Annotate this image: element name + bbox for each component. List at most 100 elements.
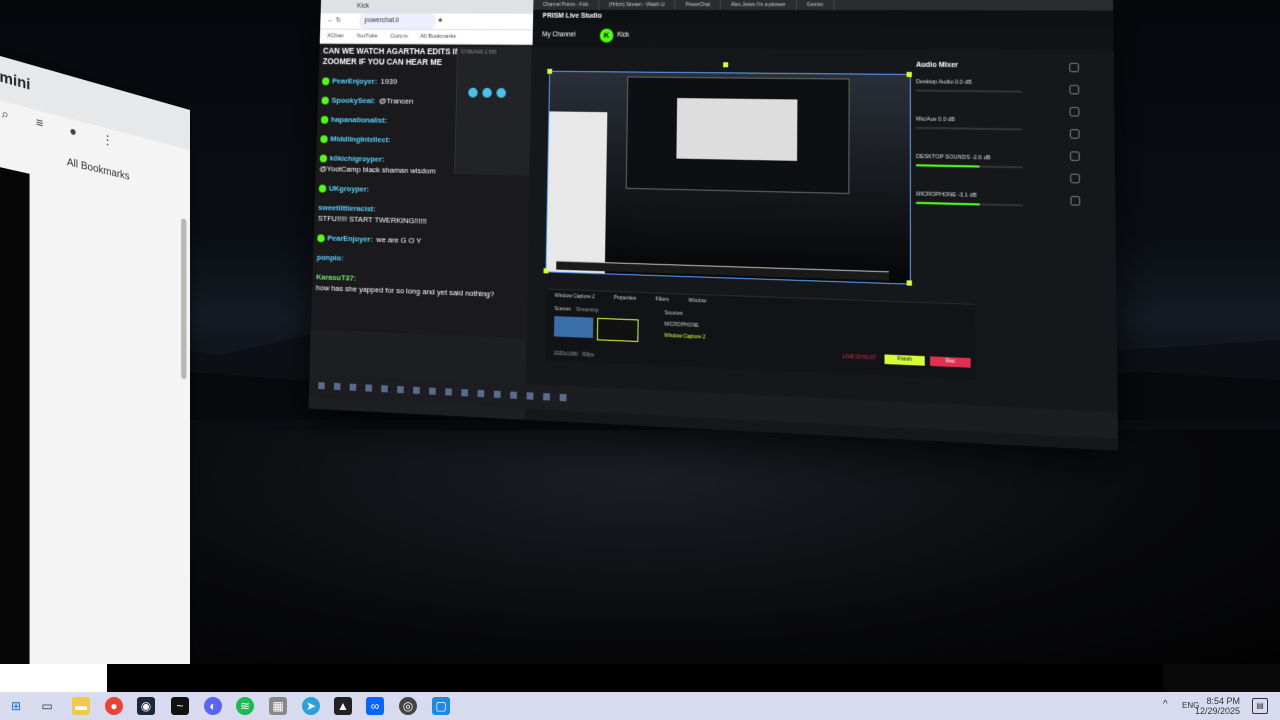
task-view-icon[interactable]: ▭ bbox=[38, 697, 56, 715]
resize-handle[interactable] bbox=[906, 280, 912, 286]
dock-tab-properties[interactable]: Properties bbox=[614, 295, 637, 302]
browser-tab[interactable]: Gemini bbox=[796, 0, 835, 11]
tab-search-icon[interactable]: ⌕ bbox=[2, 105, 9, 123]
scenes-mode[interactable]: Streaming bbox=[576, 307, 598, 314]
chat-username[interactable]: PearEnjoyer: bbox=[332, 77, 377, 86]
bookmark-item[interactable]: Cozy.tv bbox=[390, 34, 408, 40]
taskbar-app-icon[interactable] bbox=[349, 383, 357, 391]
channel-label[interactable]: My Channel bbox=[542, 31, 575, 38]
tool-icon[interactable] bbox=[1069, 84, 1080, 95]
scene-thumbnail-selected[interactable] bbox=[596, 317, 639, 343]
tool-icon[interactable] bbox=[1069, 62, 1079, 73]
taskbar-app-icon[interactable] bbox=[461, 389, 469, 397]
chat-browser-window[interactable]: Kick ← ↻ powerchat.li ★ XChan YouTube Co… bbox=[310, 0, 534, 339]
left-browser-tab-title[interactable]: mini bbox=[0, 67, 30, 93]
bookmark-item[interactable]: All Bookmarks bbox=[420, 34, 456, 40]
chat-username[interactable]: KarasuT37: bbox=[316, 272, 356, 282]
tool-icon[interactable] bbox=[1070, 173, 1081, 184]
profile-icon[interactable]: ● bbox=[69, 123, 76, 140]
file-explorer-icon[interactable]: ▬ bbox=[72, 697, 90, 715]
resize-handle[interactable] bbox=[906, 71, 912, 78]
chat-username[interactable]: PearEnjoyer: bbox=[327, 234, 373, 244]
url-field[interactable]: powerchat.li bbox=[358, 13, 436, 30]
resize-handle[interactable] bbox=[543, 268, 549, 274]
discord-icon[interactable]: ◐ bbox=[204, 697, 222, 715]
taskbar-app-icon[interactable] bbox=[333, 382, 341, 391]
obs-icon[interactable]: ◎ bbox=[399, 697, 417, 715]
chat-username[interactable]: hapanationalist: bbox=[331, 115, 387, 125]
chat-username[interactable]: MiddlingIntellect: bbox=[330, 134, 390, 144]
taskbar-app-icon[interactable] bbox=[510, 391, 518, 399]
taskbar-app-icon[interactable] bbox=[397, 385, 404, 394]
viewer-icon[interactable] bbox=[496, 88, 507, 98]
taskbar-app-icon[interactable] bbox=[543, 393, 550, 401]
volume-meter[interactable] bbox=[916, 201, 1023, 207]
scene-thumbnail[interactable] bbox=[553, 316, 594, 339]
left-browser-window[interactable]: mini ⌕ ≡ ● ⋮ All Bookmarks bbox=[0, 53, 191, 664]
more-icon[interactable]: ⋮ bbox=[102, 131, 114, 149]
volume-meter[interactable] bbox=[916, 89, 1022, 93]
terminal-icon[interactable]: ~ bbox=[171, 697, 189, 715]
dock-tab-window[interactable]: Window bbox=[688, 298, 706, 305]
volume-meter[interactable] bbox=[916, 164, 1023, 169]
viewer-icon[interactable] bbox=[482, 87, 492, 98]
browser-tab[interactable]: (Hrbzz) Stream - Watch Li bbox=[599, 0, 676, 10]
finish-live-button[interactable]: Finish bbox=[884, 354, 925, 366]
taskbar-app-icon[interactable] bbox=[526, 392, 534, 400]
chat-username[interactable]: UKgroyper: bbox=[329, 184, 370, 194]
taskbar-app-icon[interactable] bbox=[413, 386, 420, 395]
windows-start-icon[interactable]: ⊞ bbox=[7, 697, 25, 715]
tool-icon[interactable] bbox=[1069, 106, 1080, 117]
stream-preview[interactable] bbox=[545, 70, 911, 285]
source-item-selected[interactable]: Window Capture 2 bbox=[664, 331, 705, 344]
meta-icon[interactable]: ∞ bbox=[366, 697, 384, 715]
record-button[interactable]: Rec bbox=[930, 356, 971, 368]
resize-handle[interactable] bbox=[547, 68, 553, 74]
volume-meter[interactable] bbox=[916, 126, 1023, 131]
chat-browser-addressbar[interactable]: ← ↻ powerchat.li ★ bbox=[320, 13, 534, 31]
steam-icon[interactable]: ◉ bbox=[137, 697, 155, 715]
tool-icon[interactable] bbox=[1069, 129, 1080, 139]
browser-tab[interactable]: Alex Jones I'm a pioneer bbox=[720, 0, 797, 11]
mixer-channel[interactable]: Desktop Audio 0.0 dB bbox=[916, 79, 1054, 93]
left-browser-scrollbar[interactable] bbox=[181, 218, 187, 380]
dock-tab-filters[interactable]: Filters bbox=[655, 297, 669, 304]
prism-icon[interactable]: ▲ bbox=[334, 697, 352, 715]
taskbar-app-icon[interactable] bbox=[477, 389, 485, 398]
browser-tab[interactable]: Channel Points - Kick bbox=[533, 0, 600, 10]
menu-icon[interactable]: ≡ bbox=[36, 114, 43, 131]
chat-username[interactable]: sweetlittleracist: bbox=[318, 203, 376, 213]
viewer-icon[interactable] bbox=[468, 87, 478, 98]
spotify-icon[interactable]: ≋ bbox=[236, 697, 254, 715]
back-icon[interactable]: ← bbox=[328, 17, 335, 24]
clock[interactable]: 8:54 PM 12/29/2025 bbox=[1195, 696, 1240, 716]
telegram-icon[interactable]: ➤ bbox=[302, 697, 320, 715]
tool-icon[interactable] bbox=[1070, 195, 1081, 206]
taskbar-app-icon[interactable] bbox=[445, 388, 452, 396]
bookmark-item[interactable]: XChan bbox=[327, 33, 344, 39]
mixer-channel[interactable]: DESKTOP SOUNDS -2.6 dB bbox=[916, 154, 1055, 169]
taskbar-app-icon[interactable] bbox=[381, 385, 388, 393]
chrome-icon[interactable]: ● bbox=[105, 697, 123, 715]
chat-username[interactable]: ponpio: bbox=[317, 253, 344, 263]
star-icon[interactable]: ★ bbox=[437, 17, 443, 24]
tray-chevron-icon[interactable]: ^ bbox=[1163, 699, 1168, 710]
taskbar-app-icon[interactable] bbox=[365, 384, 373, 392]
mixer-channel[interactable]: MICROPHONE -3.1 dB bbox=[916, 191, 1055, 207]
chat-browser-tabs[interactable]: Kick bbox=[320, 0, 534, 14]
channel-name[interactable]: Kick bbox=[617, 24, 629, 48]
reload-icon[interactable]: ↻ bbox=[336, 17, 342, 24]
app-icon[interactable]: ▦ bbox=[269, 697, 287, 715]
taskbar-app-icon[interactable] bbox=[493, 390, 501, 399]
taskbar-app-icon[interactable] bbox=[429, 387, 436, 395]
taskbar-app-icon[interactable] bbox=[318, 382, 325, 390]
chat-username[interactable]: SpookySeal: bbox=[331, 96, 375, 105]
tool-icon[interactable] bbox=[1069, 151, 1080, 162]
notification-icon[interactable]: ▤ bbox=[1252, 698, 1268, 714]
bookmark-item[interactable]: YouTube bbox=[356, 34, 378, 40]
chat-username[interactable]: k0kichigroyper: bbox=[330, 154, 385, 164]
taskbar-app-icon[interactable] bbox=[559, 393, 567, 402]
browser-tab[interactable]: PowerChat bbox=[675, 0, 721, 11]
rotate-handle[interactable] bbox=[723, 62, 729, 68]
kick-logo-icon[interactable]: K bbox=[599, 28, 614, 43]
